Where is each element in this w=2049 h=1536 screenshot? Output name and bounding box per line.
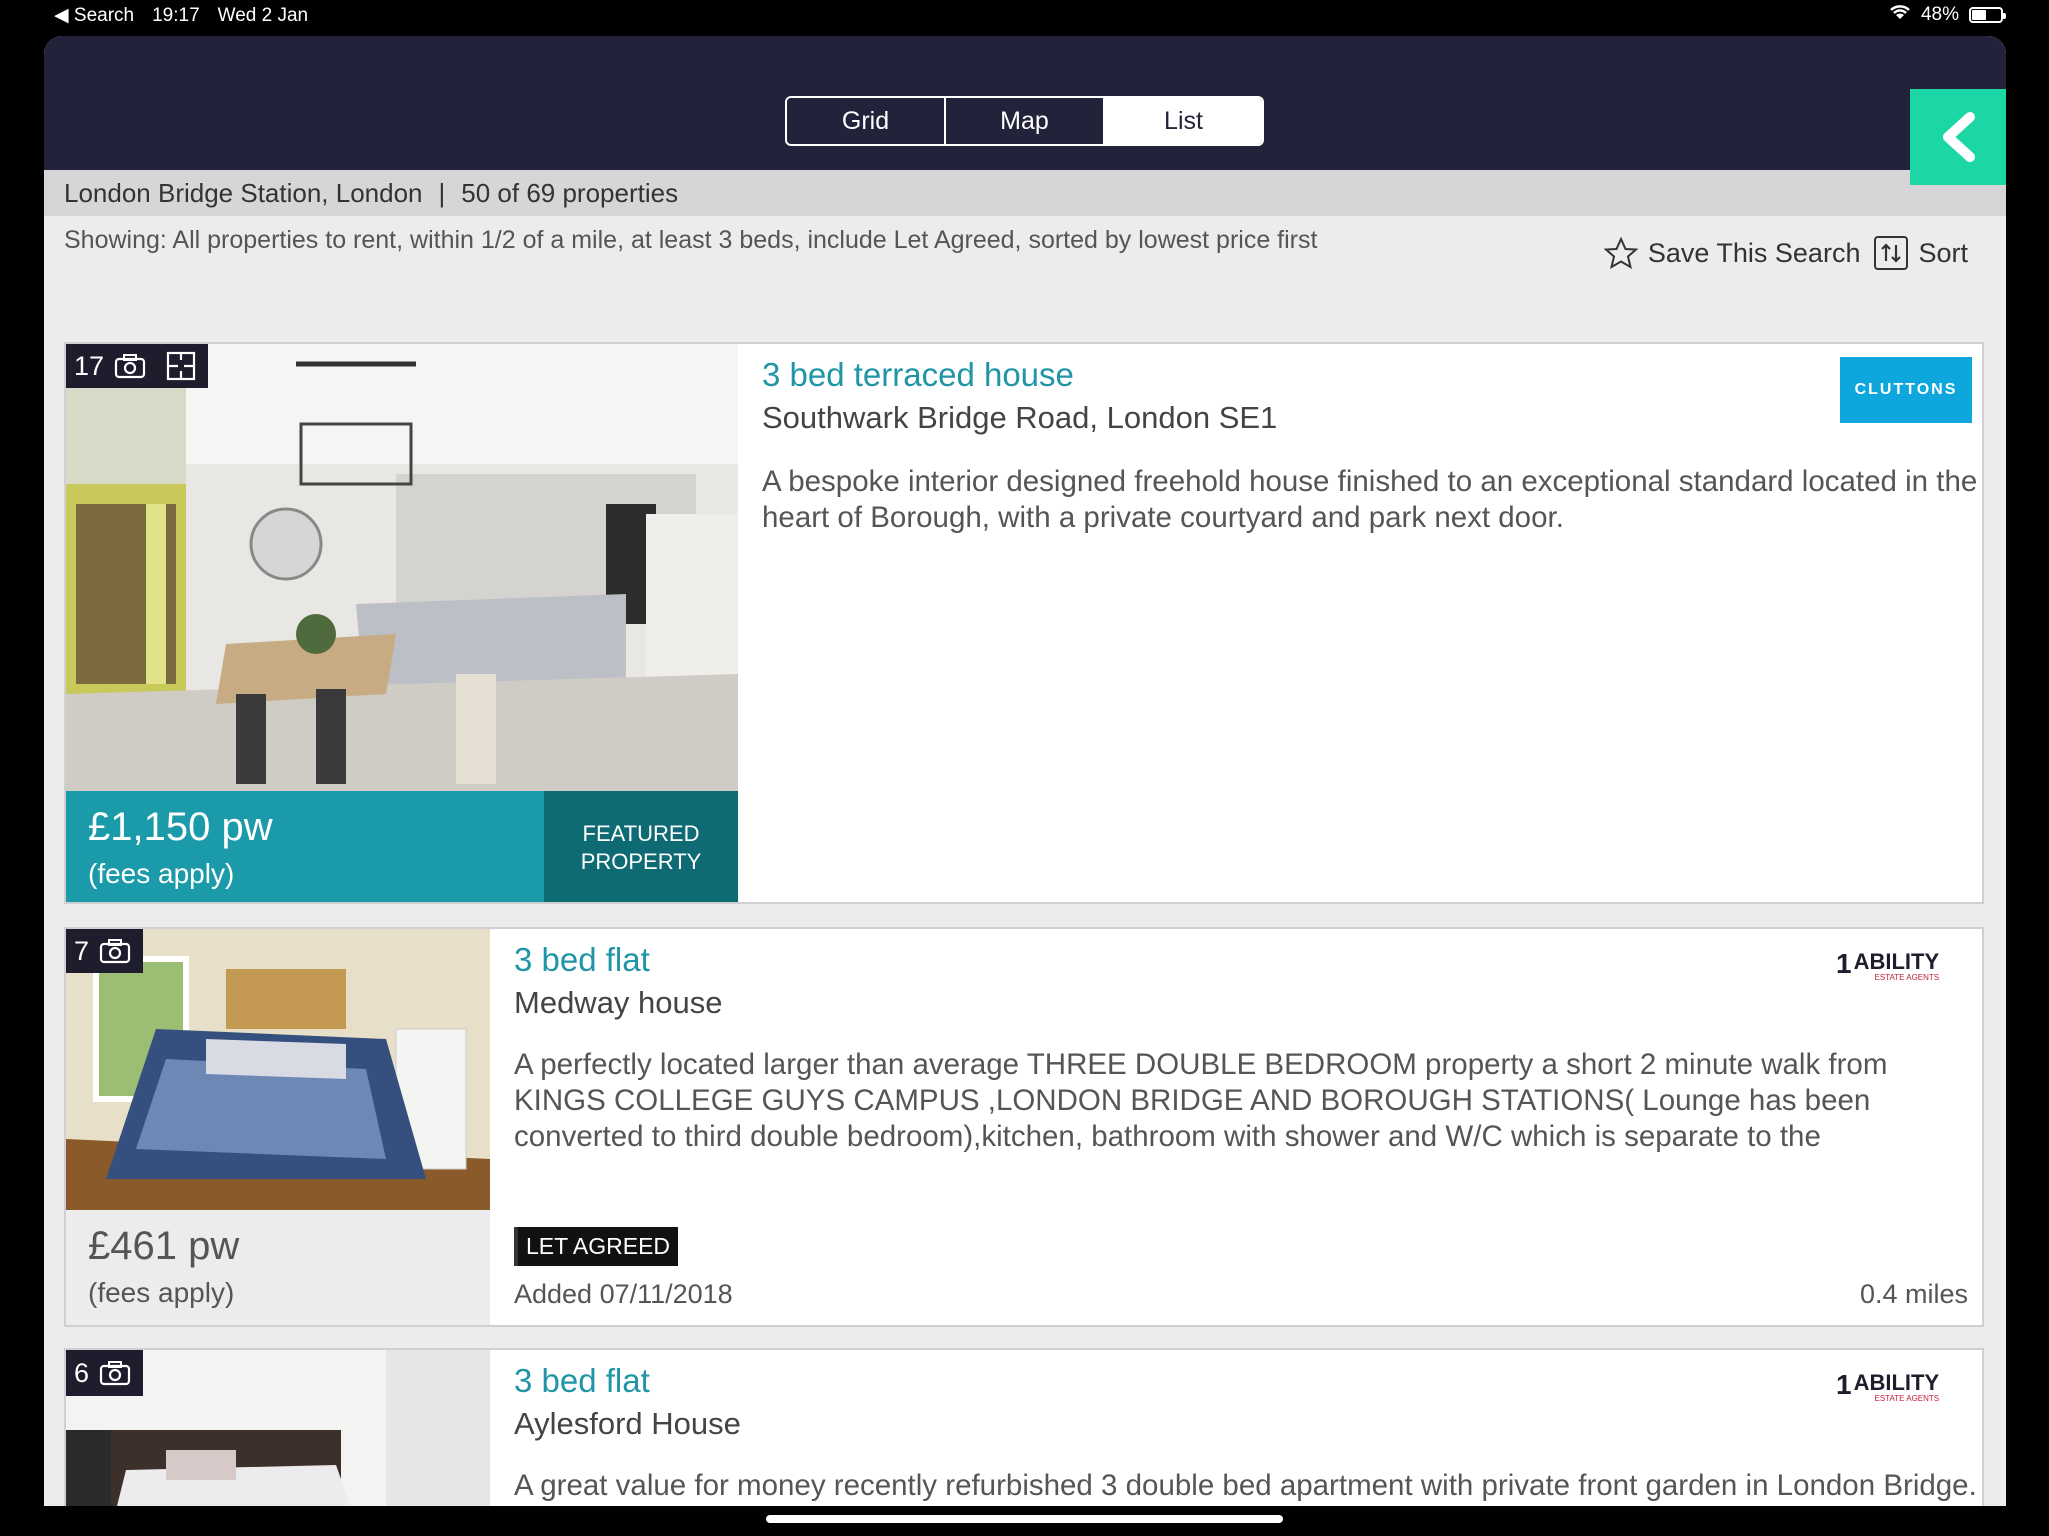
photo-count: 17 (74, 350, 105, 381)
listing-description: A bespoke interior designed freehold hou… (762, 465, 1978, 534)
sort-label: Sort (1918, 237, 1968, 268)
home-indicator[interactable] (766, 1515, 1283, 1523)
agent-name: ABILITY (1853, 949, 1940, 974)
save-search-button[interactable]: Save This Search (1603, 237, 1861, 269)
photo-count: 6 (74, 1357, 90, 1388)
featured-property-badge: FEATURED PROPERTY (544, 791, 738, 902)
listing-address: Medway house (514, 985, 723, 1020)
agent-logo-ability[interactable]: 1 ABILITY ESTATE AGENTS (1836, 1369, 1956, 1412)
filter-summary: Showing: All properties to rent, within … (64, 226, 1318, 254)
status-bar: ◀ Search 19:17 Wed 2 Jan 48% (0, 0, 2049, 36)
camera-icon (114, 354, 146, 379)
listing-price: £1,150 pw (88, 805, 273, 849)
logo-one-glyph: 1 (1836, 1369, 1852, 1400)
floorplan-icon (166, 351, 196, 381)
listing-card[interactable]: 17 £1,150 pw (fees apply) FEATURED PROPE… (64, 342, 1984, 904)
save-search-label: Save This Search (1647, 237, 1861, 268)
star-icon (1603, 237, 1638, 269)
listing-photo-kitchen[interactable] (66, 344, 738, 791)
listing-card[interactable]: 7 £461 pw (fees apply) 3 bed flat Medway… (64, 927, 1984, 1327)
filter-summary-bar: Showing: All properties to rent, within … (44, 216, 2006, 306)
top-navigation-bar: Grid Map List (44, 36, 2006, 185)
chevron-left-icon (1943, 112, 1975, 162)
sort-icon (1874, 236, 1909, 270)
listing-title[interactable]: 3 bed terraced house (762, 356, 1074, 394)
logo-one-glyph: 1 (1836, 948, 1852, 979)
sort-button[interactable]: Sort (1874, 236, 1968, 270)
tab-grid[interactable]: Grid (787, 98, 944, 144)
fees-note: (fees apply) (88, 858, 235, 889)
back-to-search-link[interactable]: ◀ Search (54, 4, 134, 27)
tab-list[interactable]: List (1103, 98, 1262, 144)
app-window: Grid Map List London Bridge Station, Lon… (44, 36, 2006, 1506)
price-panel: £1,150 pw (fees apply) (66, 791, 544, 902)
distance: 0.4 miles (1859, 1279, 1968, 1309)
camera-icon (99, 939, 131, 964)
battery-icon (1969, 7, 2006, 23)
listing-address: Southwark Bridge Road, London SE1 (762, 400, 1278, 435)
tab-map[interactable]: Map (944, 98, 1103, 144)
listing-price: £461 pw (88, 1224, 240, 1268)
price-panel: £461 pw (fees apply) (66, 1210, 490, 1325)
listing-description: A perfectly located larger than average … (514, 1048, 1888, 1153)
listing-title[interactable]: 3 bed flat (514, 941, 650, 979)
let-agreed-badge: LET AGREED (514, 1227, 679, 1266)
date-added: Added 07/11/2018 (514, 1279, 733, 1309)
listing-description: A great value for money recently refurbi… (514, 1469, 1977, 1506)
agent-logo-ability[interactable]: 1 ABILITY ESTATE AGENTS (1836, 948, 1956, 991)
listing-title[interactable]: 3 bed flat (514, 1362, 650, 1400)
results-count: 50 of 69 properties (461, 177, 679, 208)
status-date: Wed 2 Jan (217, 4, 309, 26)
photo-count-badge: 17 (66, 344, 209, 388)
separator: | (438, 177, 446, 208)
fees-note: (fees apply) (88, 1277, 235, 1308)
status-time: 19:17 (152, 4, 200, 26)
battery-percent: 48% (1920, 4, 1959, 25)
wifi-icon (1889, 4, 1911, 26)
results-info-bar: London Bridge Station, London | 50 of 69… (44, 170, 2006, 216)
agent-subtitle: ESTATE AGENTS (1874, 1394, 1940, 1403)
agent-logo-cluttons[interactable]: CLUTTONS (1840, 357, 1972, 423)
search-location: London Bridge Station, London (64, 177, 423, 208)
agent-name: ABILITY (1853, 1370, 1940, 1395)
agent-subtitle: ESTATE AGENTS (1874, 973, 1940, 982)
back-button[interactable] (1910, 89, 2006, 185)
view-mode-switcher: Grid Map List (785, 96, 1264, 146)
camera-icon (99, 1361, 131, 1386)
listing-card[interactable]: 6 3 bed flat Aylesford House A great val… (64, 1348, 1984, 1506)
photo-count-badge: 6 (66, 1350, 144, 1396)
photo-count: 7 (74, 935, 90, 966)
photo-count-badge: 7 (66, 929, 144, 973)
listing-address: Aylesford House (514, 1406, 741, 1441)
